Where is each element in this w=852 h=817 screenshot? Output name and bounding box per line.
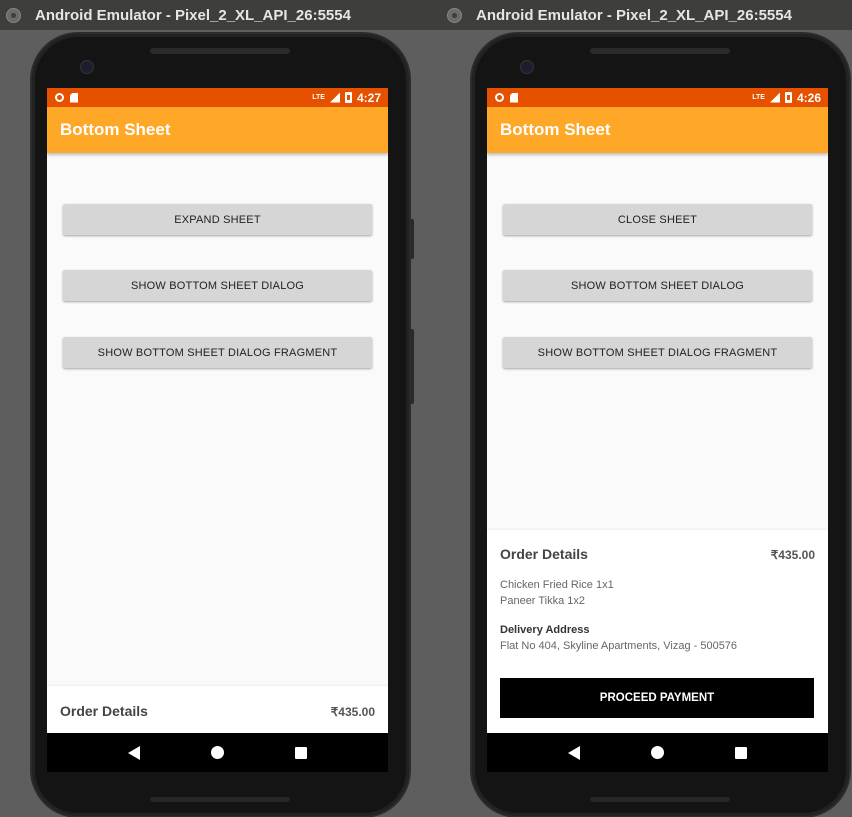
phone-frame: LTE 4:27 Bottom Sheet EXPAND SHEET SHOW … xyxy=(30,32,414,817)
sd-card-icon xyxy=(70,92,78,103)
emulator-window-left: Android Emulator - Pixel_2_XL_API_26:555… xyxy=(0,0,441,817)
notification-circle-icon xyxy=(495,93,504,102)
close-sheet-button[interactable]: CLOSE SHEET xyxy=(503,204,812,235)
sheet-price: ₹435.00 xyxy=(330,705,375,719)
window-titlebar: Android Emulator - Pixel_2_XL_API_26:555… xyxy=(0,0,441,30)
home-icon[interactable] xyxy=(210,746,224,759)
emulator-window-right: Android Emulator - Pixel_2_XL_API_26:555… xyxy=(441,0,852,817)
show-bottom-sheet-dialog-button[interactable]: SHOW BOTTOM SHEET DIALOG xyxy=(63,270,372,301)
status-bar: LTE 4:26 xyxy=(487,88,828,107)
notification-circle-icon xyxy=(55,93,64,102)
delivery-address-label: Delivery Address xyxy=(500,624,590,636)
status-time: 4:26 xyxy=(796,90,821,105)
sheet-title: Order Details xyxy=(500,546,588,562)
device-screen: LTE 4:27 Bottom Sheet EXPAND SHEET SHOW … xyxy=(47,88,388,772)
phone-frame: LTE 4:26 Bottom Sheet CLOSE SHEET SHOW B… xyxy=(470,32,851,817)
sheet-title: Order Details xyxy=(60,703,148,719)
front-camera-icon xyxy=(80,60,94,74)
bottom-speaker-icon xyxy=(590,797,730,802)
network-type-label: LTE xyxy=(752,94,765,101)
expand-sheet-button[interactable]: EXPAND SHEET xyxy=(63,204,372,235)
app-title: Bottom Sheet xyxy=(60,120,171,139)
app-toolbar: Bottom Sheet xyxy=(47,107,388,153)
sheet-price: ₹435.00 xyxy=(770,548,815,562)
network-type-label: LTE xyxy=(312,94,325,101)
navigation-bar xyxy=(47,733,388,772)
bottom-sheet-expanded: Order Details ₹435.00 Chicken Fried Rice… xyxy=(487,530,828,733)
sd-card-icon xyxy=(510,92,518,103)
recent-apps-icon[interactable] xyxy=(735,746,748,759)
battery-icon xyxy=(344,92,352,103)
navigation-bar xyxy=(487,733,828,772)
order-item: Chicken Fried Rice 1x1 xyxy=(500,579,614,591)
status-time: 4:27 xyxy=(356,90,381,105)
delivery-address-value: Flat No 404, Skyline Apartments, Vizag -… xyxy=(500,640,738,652)
show-bottom-sheet-dialog-fragment-button[interactable]: SHOW BOTTOM SHEET DIALOG FRAGMENT xyxy=(503,337,812,368)
window-title: Android Emulator - Pixel_2_XL_API_26:555… xyxy=(35,6,351,24)
signal-icon xyxy=(769,92,780,103)
window-title: Android Emulator - Pixel_2_XL_API_26:555… xyxy=(476,6,792,24)
app-title: Bottom Sheet xyxy=(500,120,611,139)
back-icon[interactable] xyxy=(567,745,580,760)
app-toolbar: Bottom Sheet xyxy=(487,107,828,153)
home-icon[interactable] xyxy=(650,746,664,759)
order-item: Paneer Tikka 1x2 xyxy=(500,595,585,607)
signal-icon xyxy=(329,92,340,103)
status-bar: LTE 4:27 xyxy=(47,88,388,107)
back-icon[interactable] xyxy=(127,745,140,760)
volume-button[interactable] xyxy=(410,219,414,259)
speaker-grille-icon xyxy=(590,48,730,54)
front-camera-icon xyxy=(520,60,534,74)
recent-apps-icon[interactable] xyxy=(295,746,308,759)
show-bottom-sheet-dialog-button[interactable]: SHOW BOTTOM SHEET DIALOG xyxy=(503,270,812,301)
device-screen: LTE 4:26 Bottom Sheet CLOSE SHEET SHOW B… xyxy=(487,88,828,772)
battery-icon xyxy=(784,92,792,103)
window-close-button[interactable] xyxy=(6,7,21,23)
speaker-grille-icon xyxy=(150,48,290,54)
bottom-speaker-icon xyxy=(150,797,290,802)
window-close-button[interactable] xyxy=(447,7,462,23)
proceed-payment-button[interactable]: PROCEED PAYMENT xyxy=(500,678,814,718)
bottom-sheet-collapsed[interactable]: Order Details ₹435.00 xyxy=(47,686,388,733)
show-bottom-sheet-dialog-fragment-button[interactable]: SHOW BOTTOM SHEET DIALOG FRAGMENT xyxy=(63,337,372,368)
window-titlebar: Android Emulator - Pixel_2_XL_API_26:555… xyxy=(441,0,852,30)
power-button[interactable] xyxy=(410,329,414,404)
